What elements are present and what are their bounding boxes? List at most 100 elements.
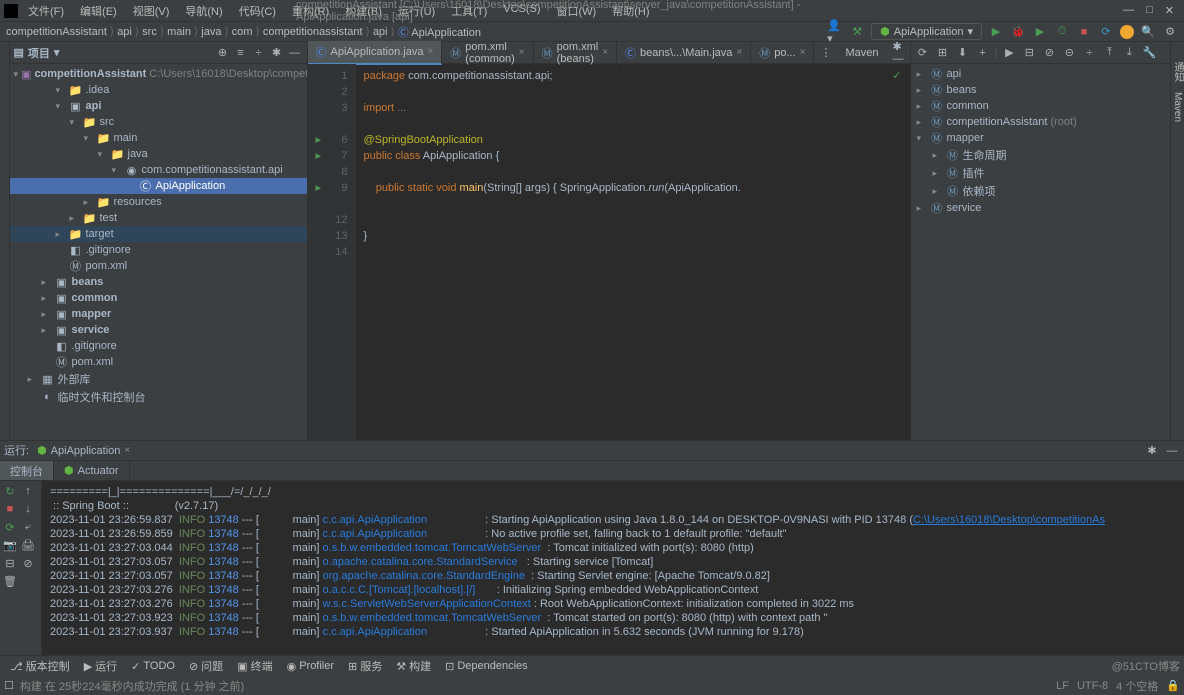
generate-icon[interactable]: ⊞: [935, 45, 951, 61]
tree-item[interactable]: ▾◉com.competitionassistant.api: [10, 162, 307, 178]
run-sub-tab[interactable]: 控制台: [0, 461, 54, 480]
stop-button[interactable]: ■: [1076, 24, 1092, 40]
select-opened-icon[interactable]: ⊕: [215, 45, 231, 61]
editor-tab[interactable]: Ⓜpom.xml (beans)×: [534, 38, 617, 68]
tree-item[interactable]: ▸📁test: [10, 210, 307, 226]
up-icon[interactable]: ↑: [20, 483, 36, 499]
maven-tree-item[interactable]: ▸Ⓜcommon: [911, 98, 1170, 114]
editor-tab[interactable]: Ⓜpo...×: [751, 42, 814, 64]
clear-icon[interactable]: ⊘: [20, 555, 36, 571]
run-config-tab[interactable]: ⬢ ApiApplication ×: [29, 442, 138, 459]
menu-item[interactable]: 代码(C): [231, 1, 284, 21]
close-icon[interactable]: ×: [519, 47, 525, 58]
breadcrumb-item[interactable]: competitionassistant: [263, 26, 363, 38]
breadcrumb-item[interactable]: java: [201, 26, 221, 38]
maven-tab[interactable]: Maven: [1172, 92, 1183, 122]
breadcrumb-item[interactable]: api: [373, 26, 388, 38]
tree-item[interactable]: ▸▣beans: [10, 274, 307, 290]
collapse-all-icon[interactable]: ÷: [251, 45, 267, 61]
maven-tree-item[interactable]: ▸ⓂcompetitionAssistant (root): [911, 114, 1170, 130]
more-tabs-icon[interactable]: ⋮: [814, 46, 837, 59]
project-root[interactable]: ▾ ▣ competitionAssistant C:\Users\16018\…: [10, 66, 307, 82]
status-info[interactable]: UTF-8: [1077, 680, 1108, 692]
settings-icon[interactable]: ✱: [1144, 443, 1160, 459]
menu-item[interactable]: 文件(F): [20, 1, 72, 21]
code-editor[interactable]: ✓ package com.competitionassistant.api;i…: [356, 64, 910, 440]
status-item[interactable]: ▣ 终端: [231, 656, 278, 676]
run-maven-icon[interactable]: ▶: [1001, 45, 1017, 61]
editor-tab[interactable]: Ⓜpom.xml (common)×: [442, 38, 533, 68]
tree-item[interactable]: ▸▣common: [10, 290, 307, 306]
status-info[interactable]: 4 个空格: [1116, 678, 1158, 694]
tree-item[interactable]: ⒸApiApplication: [10, 178, 307, 194]
tree-item[interactable]: Ⓜpom.xml: [10, 258, 307, 274]
editor-settings-icon[interactable]: ✱ —: [887, 40, 910, 65]
down-icon[interactable]: ↓: [20, 501, 36, 517]
maven-tree-item[interactable]: ▾Ⓜmapper: [911, 130, 1170, 146]
tree-item[interactable]: ▾📁src: [10, 114, 307, 130]
status-item[interactable]: ✓ TODO: [125, 656, 181, 676]
run-gutter-icon[interactable]: ▸: [316, 148, 322, 164]
wrap-icon[interactable]: ⤶: [20, 519, 36, 535]
close-icon[interactable]: ×: [124, 445, 130, 456]
camera-icon[interactable]: 📷: [2, 537, 18, 553]
status-item[interactable]: ▶ 运行: [78, 656, 123, 676]
close-icon[interactable]: ×: [736, 47, 742, 58]
run-gutter-icon[interactable]: ▸: [316, 180, 322, 196]
inspection-ok-icon[interactable]: ✓: [892, 68, 901, 84]
maven-tree-item[interactable]: ▸Ⓜ插件: [911, 164, 1170, 182]
maven-tree-item[interactable]: ▸Ⓜ生命周期: [911, 146, 1170, 164]
profile-button[interactable]: ⏱: [1054, 24, 1070, 40]
breadcrumb-item[interactable]: competitionAssistant: [6, 26, 107, 38]
hide-icon[interactable]: —: [287, 45, 303, 61]
show-deps-icon[interactable]: ÷: [1081, 45, 1097, 61]
skip-tests-icon[interactable]: ⊝: [1061, 45, 1077, 61]
settings-icon[interactable]: ✱: [269, 45, 285, 61]
tree-item[interactable]: ▸▣mapper: [10, 306, 307, 322]
status-item[interactable]: ⊘ 问题: [183, 656, 229, 676]
console-output[interactable]: =========|_|==============|___/=/_/_/_/ …: [42, 481, 1184, 655]
editor-tab[interactable]: ⒸApiApplication.java×: [308, 41, 443, 65]
status-item[interactable]: ⚒ 构建: [390, 656, 437, 676]
print-icon[interactable]: 🖨: [20, 537, 36, 553]
run-config-selector[interactable]: ⬢ ApiApplication ▾: [871, 23, 982, 40]
download-icon[interactable]: ⬇: [955, 45, 971, 61]
close-button[interactable]: ✕: [1165, 4, 1174, 17]
breadcrumb-item[interactable]: src: [142, 26, 157, 38]
stop-icon[interactable]: ■: [2, 501, 18, 517]
notifications-tab[interactable]: 通知: [1170, 62, 1184, 82]
status-info[interactable]: LF: [1056, 680, 1069, 692]
chevron-down-icon[interactable]: ▾: [54, 46, 60, 59]
status-item[interactable]: ⊡ Dependencies: [439, 656, 534, 676]
editor-tab[interactable]: Ⓒbeans\...\Main.java×: [617, 42, 751, 64]
avatar-icon[interactable]: [1120, 25, 1134, 39]
status-item[interactable]: ⎇ 版本控制: [4, 656, 76, 676]
maven-tree-item[interactable]: ▸Ⓜapi: [911, 66, 1170, 82]
lock-icon[interactable]: 🔒: [1166, 679, 1180, 692]
expand-icon[interactable]: ⤓: [1121, 45, 1137, 61]
search-icon[interactable]: 🔍: [1140, 24, 1156, 40]
tree-item[interactable]: ▾📁java: [10, 146, 307, 162]
maximize-button[interactable]: □: [1146, 4, 1153, 17]
menu-item[interactable]: 导航(N): [177, 1, 230, 21]
run-sub-tab[interactable]: ⬢Actuator: [54, 461, 130, 480]
menu-item[interactable]: 视图(V): [125, 1, 178, 21]
hide-icon[interactable]: —: [1164, 443, 1180, 459]
build-icon[interactable]: ⚒: [849, 24, 865, 40]
settings-icon[interactable]: ⚙: [1162, 24, 1178, 40]
git-update-icon[interactable]: ⟳: [1098, 24, 1114, 40]
exit-icon[interactable]: ⊟: [2, 555, 18, 571]
add-icon[interactable]: +: [975, 45, 991, 61]
tree-item[interactable]: ▾📁.idea: [10, 82, 307, 98]
reload-icon[interactable]: ⟳: [915, 45, 931, 61]
settings-icon[interactable]: 🔧: [1141, 45, 1157, 61]
tree-item[interactable]: ▾📁main: [10, 130, 307, 146]
tree-item[interactable]: ▸📁target: [10, 226, 307, 242]
rerun-icon[interactable]: ↻: [2, 483, 18, 499]
expand-all-icon[interactable]: ≡: [233, 45, 249, 61]
execute-icon[interactable]: ⊟: [1021, 45, 1037, 61]
breadcrumb-item[interactable]: com: [232, 26, 253, 38]
close-icon[interactable]: ×: [602, 47, 608, 58]
tree-item[interactable]: ▾▣api: [10, 98, 307, 114]
toggle-offline-icon[interactable]: ⊘: [1041, 45, 1057, 61]
